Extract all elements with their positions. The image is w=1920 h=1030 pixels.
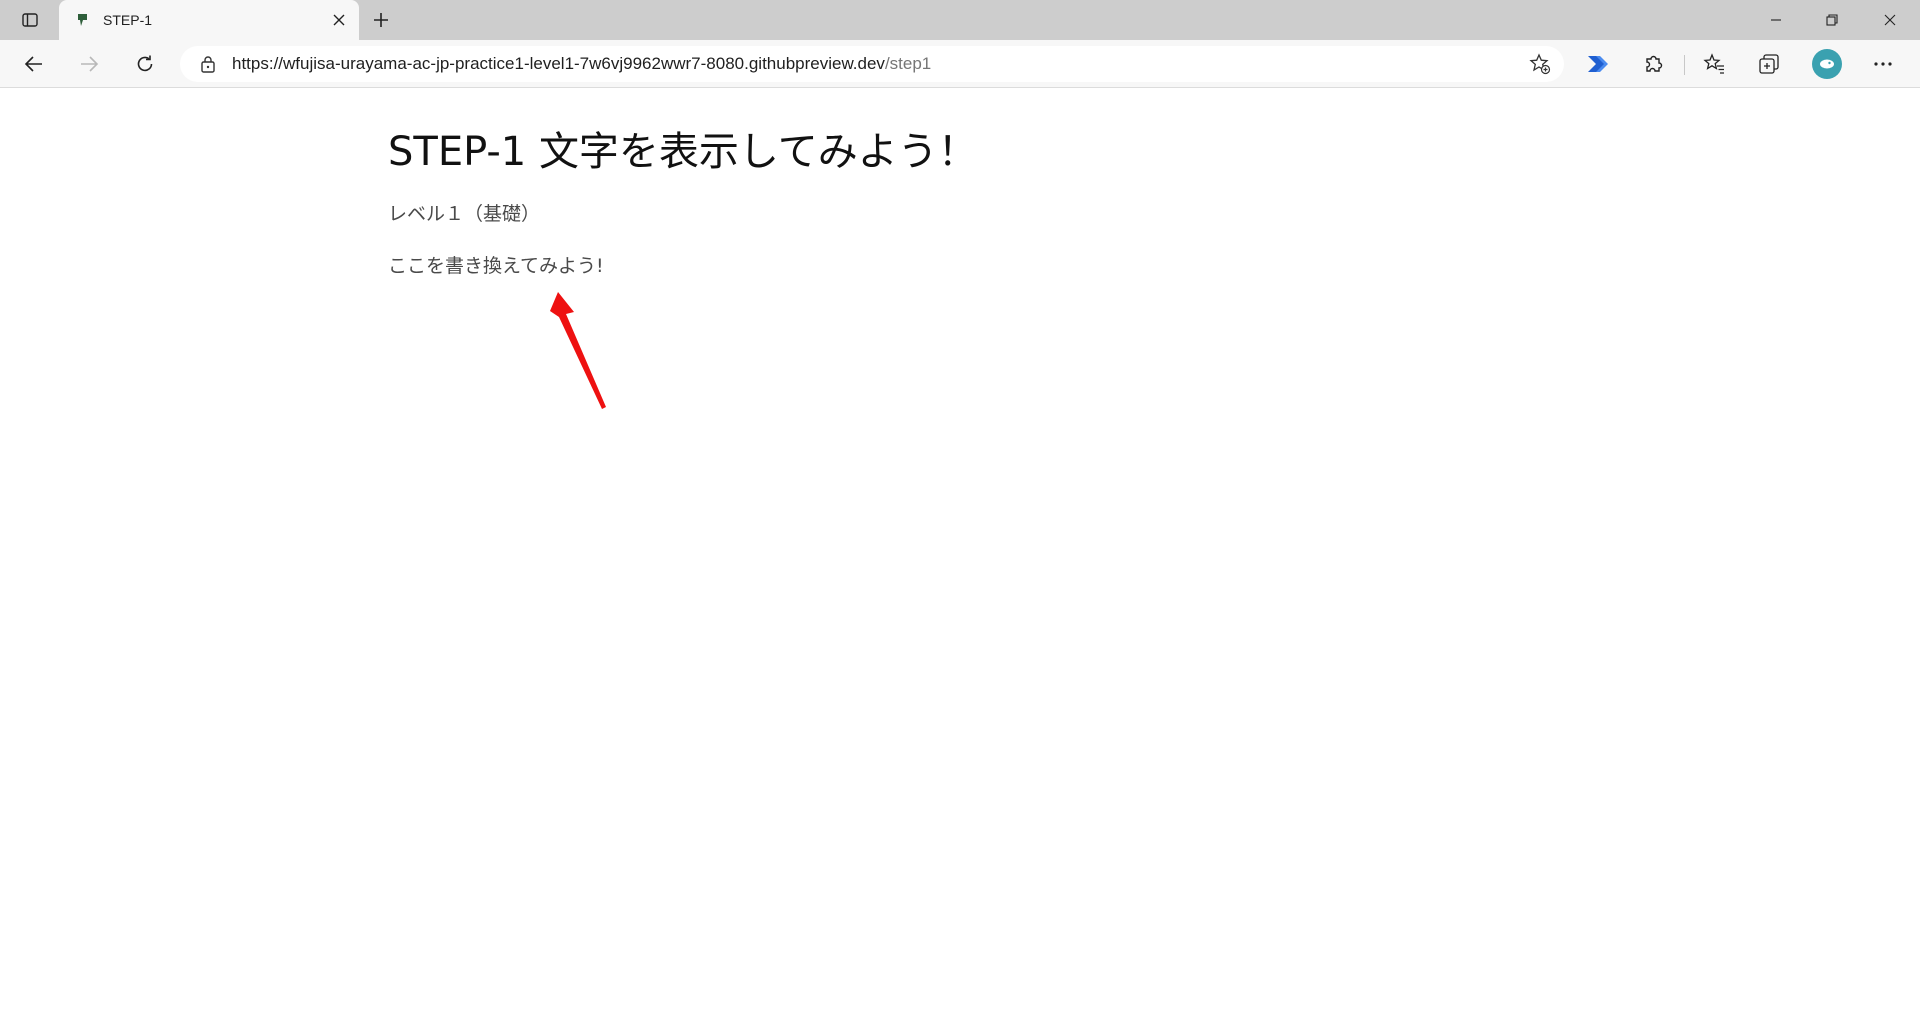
power-automate-icon <box>1588 56 1608 72</box>
more-dots-icon <box>1874 62 1892 66</box>
close-icon <box>1884 14 1896 26</box>
back-arrow-icon <box>24 56 42 72</box>
back-button[interactable] <box>16 47 52 81</box>
plus-icon <box>374 13 388 27</box>
minimize-button[interactable] <box>1748 0 1804 40</box>
url-text[interactable]: https://wfujisa-urayama-ac-jp-practice1-… <box>232 54 1524 74</box>
lock-icon[interactable] <box>198 54 218 74</box>
tab-actions-icon <box>22 13 38 27</box>
forward-arrow-icon <box>81 56 99 72</box>
tab-actions-button[interactable] <box>14 6 46 34</box>
reload-button[interactable] <box>127 47 163 81</box>
power-automate-extension-button[interactable] <box>1579 47 1617 81</box>
tab-close-button[interactable] <box>325 6 353 34</box>
add-favorite-icon <box>1529 53 1551 75</box>
tab-strip: STEP-1 <box>0 0 1920 40</box>
add-favorite-button[interactable] <box>1524 48 1556 80</box>
level-label: レベル１（基礎） <box>388 203 541 225</box>
browser-toolbar: https://wfujisa-urayama-ac-jp-practice1-… <box>0 40 1920 88</box>
new-tab-button[interactable] <box>366 5 396 35</box>
url-path: /step1 <box>884 54 932 73</box>
extensions-puzzle-icon <box>1646 55 1663 72</box>
close-window-button[interactable] <box>1862 0 1918 40</box>
tab-title: STEP-1 <box>103 12 153 28</box>
collections-button[interactable] <box>1750 47 1788 81</box>
favorites-button[interactable] <box>1695 47 1733 81</box>
reload-icon <box>137 55 153 72</box>
favorites-icon <box>1703 53 1724 74</box>
address-bar[interactable]: https://wfujisa-urayama-ac-jp-practice1-… <box>180 46 1564 82</box>
favicon-icon <box>73 10 93 30</box>
profile-button[interactable] <box>1808 47 1846 81</box>
close-icon <box>333 14 345 26</box>
restore-icon <box>1826 14 1838 26</box>
collections-icon <box>1759 54 1779 74</box>
restore-button[interactable] <box>1804 0 1860 40</box>
page-title: STEP-1 文字を表示してみよう！ <box>388 129 978 175</box>
editable-message: ここを書き換えてみよう! <box>388 255 604 277</box>
toolbar-separator <box>1684 55 1685 75</box>
url-host: https://wfujisa-urayama-ac-jp-practice1-… <box>232 54 885 73</box>
page-content: STEP-1 文字を表示してみよう！ レベル１（基礎） ここを書き換えてみよう! <box>0 89 1920 1030</box>
minimize-icon <box>1771 19 1781 21</box>
extensions-button[interactable] <box>1635 47 1673 81</box>
more-menu-button[interactable] <box>1864 47 1902 81</box>
tab-step1[interactable]: STEP-1 <box>59 0 359 40</box>
annotation-arrow-icon <box>550 292 606 409</box>
forward-button[interactable] <box>71 47 107 81</box>
profile-avatar-icon <box>1812 49 1842 79</box>
